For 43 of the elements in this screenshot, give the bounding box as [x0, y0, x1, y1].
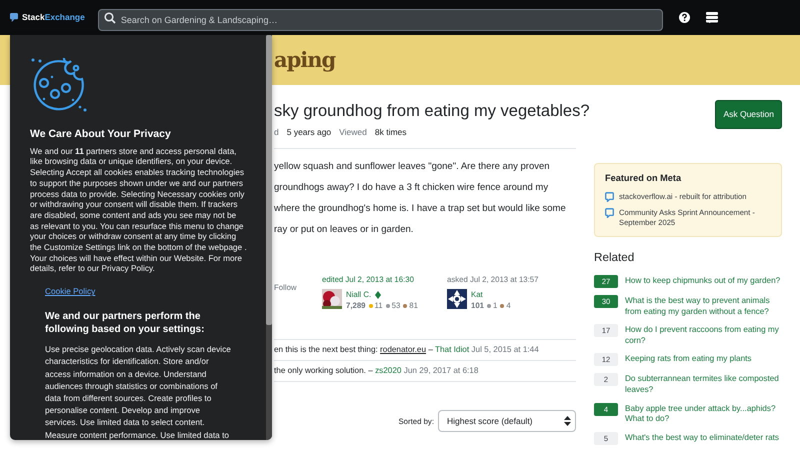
comment-user[interactable]: zs2020	[375, 366, 402, 375]
search-field[interactable]: Search on Gardening & Landscaping…	[98, 8, 663, 30]
panel-title: Featured on Meta	[605, 172, 682, 185]
comment-link[interactable]: rodenator.eu	[380, 345, 426, 354]
comment-text: the only working solution. – zs2020 Jun 29, 2017 at 6:18	[274, 360, 576, 382]
privacy-text: We and our 11 partners store and access personal data, like browsing data or unique identifiers, on your device. Selecting Accept all cookies enables tracking technologies to support the purposes shown under we and our partners process data to provide. Selecting Necessary cookies only or withdrawing your consent will disable them. If trackers are disabled, some content and ads you see may not be as relevant to you. You can resurface this menu to change your choices or withdraw consent at any time by clicking the Customize Settings link on the bottom of the webpage . Your choices will have effect within our Website. For more details, refer to our Privacy Policy.	[30, 146, 247, 274]
purposes-text: Use precise geolocation data. Actively scan device characteristics for identification. Store and/or access information on a device. Understand audiences through statistics or combinations of data from different sources. Create profiles to personalise content. Develop and improve services. Use limited data to select content. Measure content performance. Use limited data to	[45, 343, 231, 440]
meta-value: 8k times	[374, 126, 407, 138]
scrollbar-thumb[interactable]	[266, 35, 272, 325]
search-icon	[104, 12, 116, 24]
dialog-title: We Care About Your Privacy	[30, 127, 172, 142]
question-title: sky groundhog from eating my vegetables?	[274, 101, 590, 121]
related-question-link[interactable]: How to keep chipmunks out of my garden?	[625, 276, 780, 288]
related-question-link[interactable]: Keeping rats from eating my plants	[625, 354, 752, 366]
question-body-line: groundhogs away? I do have a 3 ft chicken wire fence around my	[274, 181, 550, 195]
stack-exchange-logo-icon	[10, 13, 18, 22]
related-question-link[interactable]: Baby apple tree under attack by...aphids? What to do?	[625, 404, 782, 425]
stack-exchange-logo[interactable]: StackExchange	[22, 11, 85, 24]
site-switcher-icon[interactable]	[706, 12, 718, 23]
related-question-link[interactable]: Do subterrannean termites like composted leaves?	[625, 374, 782, 396]
caret-icon	[564, 416, 571, 426]
related-question-link[interactable]: What's the best way to eliminate/deter rats	[625, 432, 780, 445]
question-body-line: ray or put on leaves or in garden.	[274, 223, 414, 237]
meta-value: 5 years ago	[286, 126, 332, 138]
meta-label: Viewed	[339, 126, 367, 138]
identicon-icon	[447, 289, 467, 309]
related-heading: Related	[594, 250, 636, 266]
speech-bubble-icon	[605, 192, 614, 202]
question-body-line: yellow squash and sunflower leaves "gone". Are there any proven	[274, 160, 551, 174]
meta-label: d	[274, 126, 279, 138]
related-question-link[interactable]: What is the best way to prevent animals from eating my garden without a fence?	[625, 296, 782, 318]
site-title[interactable]: aping	[274, 44, 336, 76]
moderator-diamond-icon	[375, 290, 382, 298]
speech-bubble-icon	[605, 208, 614, 218]
sort-select[interactable]: Highest score (default)	[438, 410, 576, 432]
help-icon[interactable]	[678, 12, 690, 23]
related-question-link[interactable]: How do I prevent raccoons from eating my corn?	[625, 325, 782, 346]
ask-question-button[interactable]: Ask Question	[715, 100, 782, 129]
question-body-line: where the groundhog's home is. I have a trap set but would like some	[274, 202, 567, 216]
comment-user[interactable]: That Idiot	[435, 345, 470, 354]
section-heading: We and our partners perform the following based on your settings:	[45, 310, 206, 336]
cookie-policy-link[interactable]: Cookie Policy	[45, 285, 96, 298]
comment-text: en this is the next best thing: rodenator.eu – That Idiot Jul 5, 2015 at 1:44	[274, 344, 540, 356]
